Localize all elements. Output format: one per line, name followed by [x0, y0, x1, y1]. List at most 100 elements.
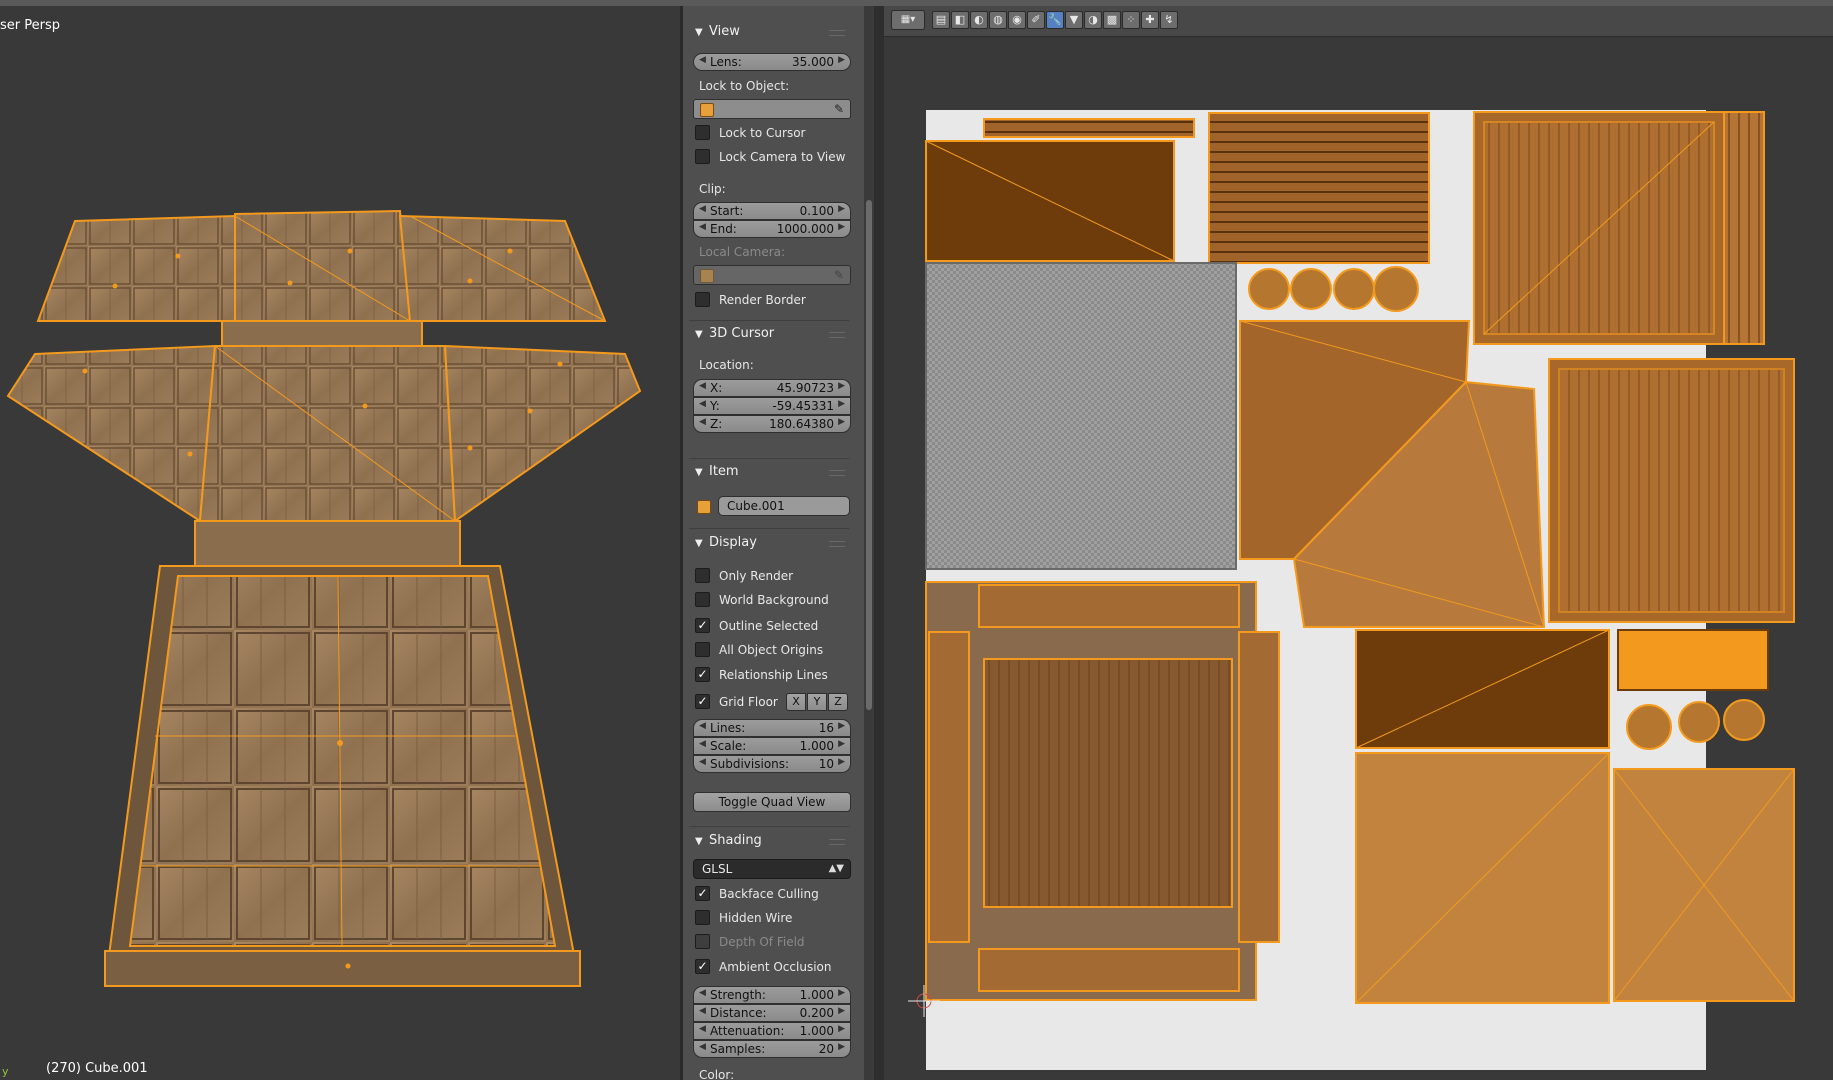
status-text: (270) Cube.001: [46, 1061, 148, 1076]
drag-grip-icon[interactable]: [829, 470, 845, 476]
checkbox-box[interactable]: [695, 125, 710, 140]
outline-selected-checkbox[interactable]: ✓ Outline Selected: [695, 617, 818, 635]
material-icon[interactable]: ▩: [1103, 11, 1121, 29]
checkbox-box[interactable]: ✓: [695, 694, 710, 709]
texture-icon[interactable]: ◍: [989, 11, 1007, 29]
panel-separator: [689, 320, 849, 321]
grid-subdivisions-field[interactable]: ◀ Subdivisions: 10 ▶: [693, 755, 851, 773]
physics-icon[interactable]: ↯: [1160, 11, 1178, 29]
eyedropper-icon[interactable]: ✎: [834, 102, 844, 116]
panel-header-item[interactable]: ▼ Item: [683, 461, 853, 483]
mode-icon[interactable]: ▤: [932, 11, 950, 29]
area-divider[interactable]: [874, 6, 884, 1080]
panel-separator: [689, 826, 849, 827]
panel-header-shading[interactable]: ▼ Shading: [683, 830, 853, 852]
mesh-preview[interactable]: [0, 6, 680, 1080]
checkbox-box[interactable]: [695, 568, 710, 583]
ao-distance-field[interactable]: ◀ Distance: 0.200 ▶: [693, 1004, 851, 1022]
checker-icon[interactable]: ⁘: [1122, 11, 1140, 29]
collapse-triangle-icon: ▼: [695, 27, 703, 38]
render-icon[interactable]: ◐: [970, 11, 988, 29]
grid-floor-checkbox[interactable]: ✓ Grid Floor: [695, 693, 778, 711]
uv-islands: [925, 111, 1795, 1004]
checkbox-box[interactable]: ✓: [695, 618, 710, 633]
checkbox-box[interactable]: [695, 642, 710, 657]
mesh-top-row: [36, 209, 607, 347]
panel-header-3d-cursor[interactable]: ▼ 3D Cursor: [683, 323, 853, 345]
cube-icon: [700, 103, 714, 117]
world-icon[interactable]: ◉: [1008, 11, 1026, 29]
hidden-wire-checkbox[interactable]: Hidden Wire: [695, 909, 792, 927]
drag-grip-icon[interactable]: [829, 839, 845, 845]
data-icon[interactable]: ◑: [1084, 11, 1102, 29]
mesh-middle-row: [6, 344, 642, 568]
collapse-triangle-icon: ▼: [695, 836, 703, 847]
properties-shelf: ▼ View ◀ Lens: 35.000 ▶ Lock to Object: ✎ Lo…: [683, 6, 868, 1080]
cursor-x-field[interactable]: ◀ X: 45.90723 ▶: [693, 379, 851, 397]
grid-scale-field[interactable]: ◀ Scale: 1.000 ▶: [693, 737, 851, 755]
local-camera-field: ✎: [693, 265, 851, 285]
all-object-origins-checkbox[interactable]: All Object Origins: [695, 641, 823, 659]
checkbox-box[interactable]: ✓: [695, 667, 710, 682]
image-icon[interactable]: ◧: [951, 11, 969, 29]
grid-lines-field[interactable]: ◀ Lines: 16 ▶: [693, 719, 851, 737]
panel-separator: [689, 458, 849, 459]
editor-type-button[interactable]: ▦▾: [891, 10, 925, 30]
ao-samples-field[interactable]: ◀ Samples: 20 ▶: [693, 1040, 851, 1058]
color-label: Color:: [699, 1068, 735, 1080]
uv-image-editor[interactable]: [884, 37, 1833, 1080]
collapse-triangle-icon: ▼: [695, 467, 703, 478]
particles-icon[interactable]: ✚: [1141, 11, 1159, 29]
cursor-z-field[interactable]: ◀ Z: 180.64380 ▶: [693, 415, 851, 433]
render-border-checkbox[interactable]: Render Border: [695, 291, 806, 309]
location-label: Location:: [699, 358, 754, 372]
cursor-y-field[interactable]: ◀ Y: -59.45331 ▶: [693, 397, 851, 415]
checkbox-box[interactable]: [695, 592, 710, 607]
checkbox-box[interactable]: [695, 934, 710, 949]
clip-end-field[interactable]: ◀ End: 1000.000 ▶: [693, 220, 851, 238]
panel-separator: [689, 528, 849, 529]
checkbox-box[interactable]: [695, 910, 710, 925]
depth-of-field-checkbox: Depth Of Field: [695, 933, 805, 951]
uv-editor-header: ▦▾ ▤ ◧ ◐ ◍ ◉ ✐ 🔧 ▼ ◑ ▩ ⁘ ✚ ↯: [884, 6, 1833, 37]
modifier-icon[interactable]: ▼: [1065, 11, 1083, 29]
only-render-checkbox[interactable]: Only Render: [695, 567, 793, 585]
relationship-lines-checkbox[interactable]: ✓ Relationship Lines: [695, 666, 828, 684]
lock-to-cursor-checkbox[interactable]: Lock to Cursor: [695, 124, 805, 142]
collapse-triangle-icon: ▼: [695, 329, 703, 340]
checkbox-box[interactable]: [695, 149, 710, 164]
world-background-checkbox[interactable]: World Background: [695, 591, 829, 609]
lens-field[interactable]: ◀ Lens: 35.000 ▶: [693, 53, 851, 71]
drag-grip-icon[interactable]: [829, 332, 845, 338]
object-icon[interactable]: ✐: [1027, 11, 1045, 29]
drag-grip-icon[interactable]: [829, 541, 845, 547]
checkbox-box[interactable]: ✓: [695, 886, 710, 901]
select-arrows-icon: ▲▼: [828, 863, 844, 874]
checkbox-box[interactable]: [695, 292, 710, 307]
ambient-occlusion-checkbox[interactable]: ✓ Ambient Occlusion: [695, 958, 831, 976]
panel-header-view[interactable]: ▼ View: [683, 21, 853, 43]
shading-mode-select[interactable]: GLSL ▲▼: [693, 859, 851, 879]
properties-scroll-thumb[interactable]: [866, 200, 872, 710]
drag-grip-icon[interactable]: [829, 30, 845, 36]
collapse-triangle-icon: ▼: [695, 538, 703, 549]
eyedropper-icon: ✎: [833, 268, 844, 282]
ao-attenuation-field[interactable]: ◀ Attenuation: 1.000 ▶: [693, 1022, 851, 1040]
clip-label: Clip:: [699, 182, 726, 196]
3d-viewport[interactable]: ser Persp (270) Cube.001 y: [0, 6, 680, 1080]
uv-layout[interactable]: [884, 37, 1833, 1080]
lock-object-field[interactable]: ✎: [693, 99, 851, 119]
object-name-field[interactable]: Cube.001: [718, 496, 850, 516]
panel-header-display[interactable]: ▼ Display: [683, 532, 853, 554]
lock-to-object-label: Lock to Object:: [699, 79, 790, 93]
clip-start-field[interactable]: ◀ Start: 0.100 ▶: [693, 202, 851, 220]
lock-camera-checkbox[interactable]: Lock Camera to View: [695, 148, 845, 166]
ao-strength-field[interactable]: ◀ Strength: 1.000 ▶: [693, 986, 851, 1004]
checkbox-box[interactable]: ✓: [695, 959, 710, 974]
constraint-icon[interactable]: 🔧: [1046, 11, 1064, 29]
grid-axis-y-toggle[interactable]: Y: [807, 693, 827, 711]
toggle-quad-view-button[interactable]: Toggle Quad View: [693, 792, 851, 812]
grid-axis-z-toggle[interactable]: Z: [828, 693, 848, 711]
backface-culling-checkbox[interactable]: ✓ Backface Culling: [695, 885, 819, 903]
grid-axis-x-toggle[interactable]: X: [786, 693, 806, 711]
